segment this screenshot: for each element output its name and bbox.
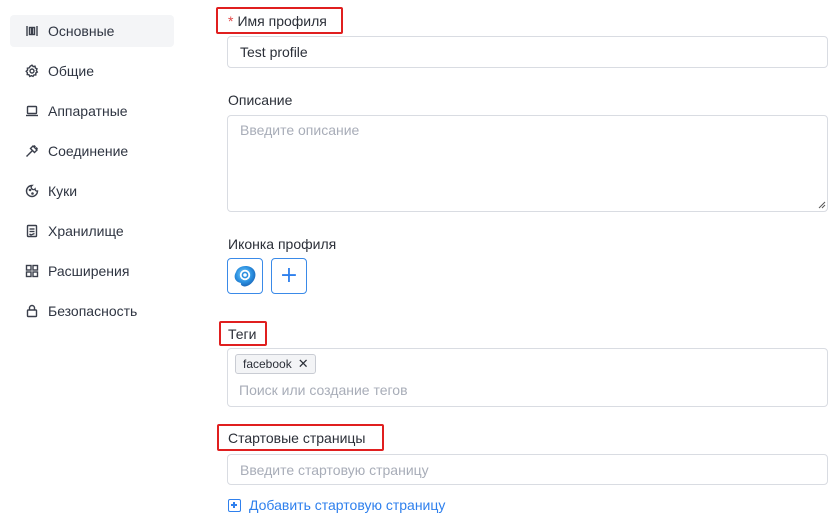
extensions-icon xyxy=(24,263,40,279)
plus-icon: + xyxy=(279,263,299,288)
add-start-page-label: Добавить стартовую страницу xyxy=(249,497,446,513)
add-start-page-link[interactable]: Добавить стартовую страницу xyxy=(228,497,445,513)
tags-label: Теги xyxy=(228,326,257,342)
plug-icon xyxy=(24,143,40,159)
required-mark: * xyxy=(228,13,234,29)
settings-sidebar: Основные Общие Аппаратные Соединение Кук… xyxy=(10,15,174,335)
sidebar-item-extensions[interactable]: Расширения xyxy=(10,255,174,287)
sidebar-item-connection[interactable]: Соединение xyxy=(10,135,174,167)
sliders-icon xyxy=(24,23,40,39)
tag-chip: facebook ✕ xyxy=(235,354,316,374)
sidebar-item-label: Соединение xyxy=(48,143,129,159)
sidebar-item-hardware[interactable]: Аппаратные xyxy=(10,95,174,127)
description-label: Описание xyxy=(228,92,293,108)
browser-logo-icon xyxy=(234,266,256,287)
sidebar-item-label: Аппаратные xyxy=(48,103,128,119)
sidebar-item-label: Хранилище xyxy=(48,223,124,239)
sidebar-item-general[interactable]: Общие xyxy=(10,55,174,87)
sidebar-item-label: Общие xyxy=(48,63,95,79)
sidebar-item-security[interactable]: Безопасность xyxy=(10,295,174,327)
sidebar-item-storage[interactable]: Хранилище xyxy=(10,215,174,247)
tag-chip-label: facebook xyxy=(243,357,292,371)
sidebar-item-label: Основные xyxy=(48,23,115,39)
profile-icon-current[interactable] xyxy=(227,258,263,294)
sidebar-item-cookies[interactable]: Куки xyxy=(10,175,174,207)
sidebar-item-basic[interactable]: Основные xyxy=(10,15,174,47)
storage-icon xyxy=(24,223,40,239)
add-square-icon xyxy=(228,498,241,512)
remove-tag-icon[interactable]: ✕ xyxy=(298,357,309,372)
resize-grip-icon[interactable] xyxy=(818,201,826,209)
start-pages-label: Стартовые страницы xyxy=(228,430,366,446)
description-textarea[interactable] xyxy=(227,115,828,212)
profile-icon-label: Иконка профиля xyxy=(228,236,337,252)
cookie-icon xyxy=(24,183,40,199)
lock-icon xyxy=(24,303,40,319)
laptop-icon xyxy=(24,103,40,119)
sidebar-item-label: Расширения xyxy=(48,263,130,279)
profile-name-label: * Имя профиля xyxy=(228,13,327,29)
profile-name-input[interactable] xyxy=(227,36,828,68)
start-page-input[interactable] xyxy=(227,454,828,485)
gear-icon xyxy=(24,63,40,79)
tags-search-input[interactable] xyxy=(239,380,819,400)
sidebar-item-label: Безопасность xyxy=(48,303,138,319)
sidebar-item-label: Куки xyxy=(48,183,78,199)
add-profile-icon-button[interactable]: + xyxy=(271,258,307,294)
tags-field[interactable]: facebook ✕ xyxy=(227,348,828,407)
